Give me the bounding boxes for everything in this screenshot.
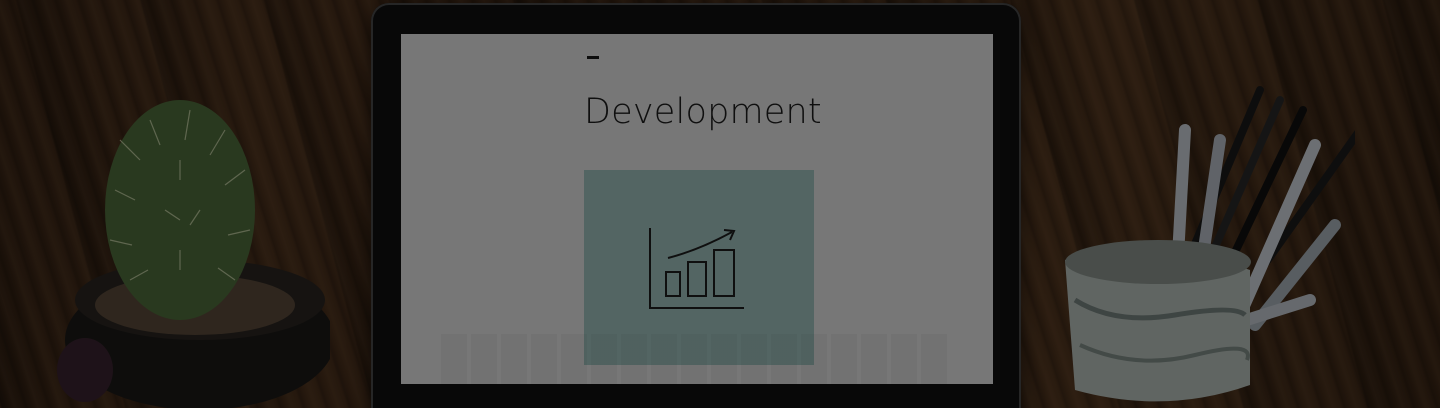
heading-dash: [587, 56, 599, 59]
screen-heading: Development: [584, 92, 822, 132]
pencil-cup: [1065, 86, 1355, 402]
laptop-screen: Development: [401, 34, 993, 384]
hero-banner: Development: [0, 0, 1440, 408]
cactus-plant: [57, 100, 330, 408]
keyboard-reflection: [441, 334, 951, 384]
